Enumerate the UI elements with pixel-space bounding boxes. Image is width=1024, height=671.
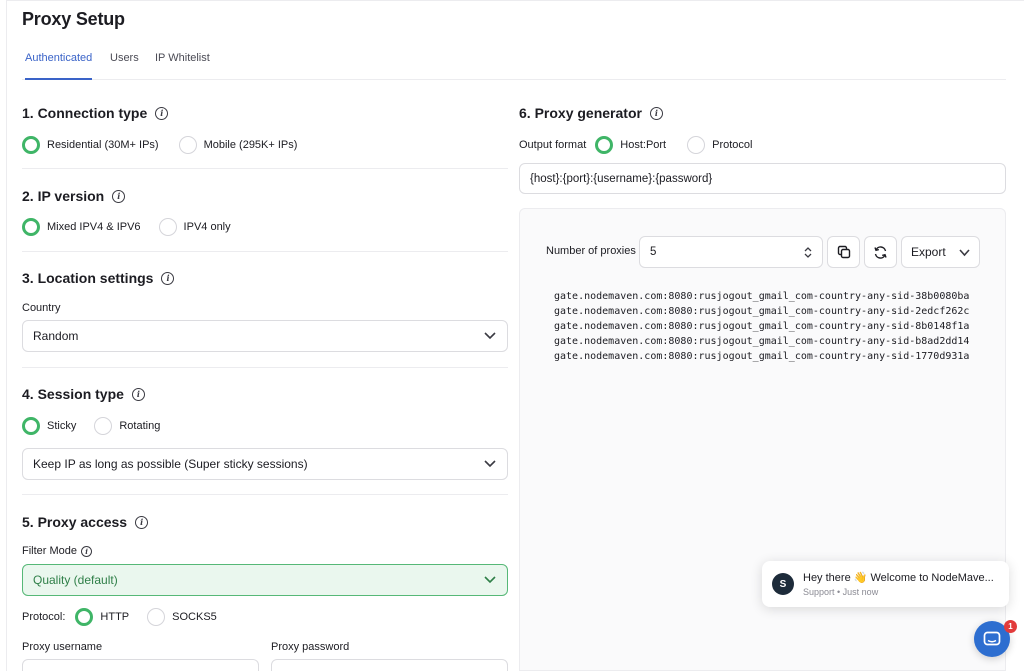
section-divider xyxy=(22,168,508,169)
output-format-label: Output format xyxy=(519,139,587,151)
radio-mixed-ipv4-ipv6[interactable]: Mixed IPV4 & IPV6 xyxy=(22,218,141,236)
filter-mode-label: Filter Mode i xyxy=(22,545,93,557)
proxy-line[interactable]: gate.nodemaven.com:8080:rusjogout_gmail_… xyxy=(554,319,1006,334)
radio-socks5[interactable]: SOCKS5 xyxy=(147,608,217,626)
proxy-username-label: Proxy username xyxy=(22,641,103,653)
proxy-access-heading: 5. Proxy access i xyxy=(22,514,149,530)
session-type-heading: 4. Session type i xyxy=(22,386,145,402)
number-of-proxies-input[interactable]: 5 xyxy=(639,236,823,268)
section-divider xyxy=(22,367,508,368)
format-template-input[interactable]: {host}:{port}:{username}:{password} xyxy=(519,163,1006,194)
info-icon[interactable]: i xyxy=(155,106,169,120)
ip-version-heading: 2. IP version i xyxy=(22,188,126,204)
proxy-line[interactable]: gate.nodemaven.com:8080:rusjogout_gmail_… xyxy=(554,349,1006,364)
connection-type-radio-group: Residential (30M+ IPs) Mobile (295K+ IPs… xyxy=(22,136,297,154)
regenerate-button[interactable] xyxy=(864,236,897,268)
radio-checked-icon xyxy=(22,417,40,435)
ip-version-radio-group: Mixed IPV4 & IPV6 IPV4 only xyxy=(22,218,231,236)
generated-proxy-list: gate.nodemaven.com:8080:rusjogout_gmail_… xyxy=(554,289,1006,364)
proxy-line[interactable]: gate.nodemaven.com:8080:rusjogout_gmail_… xyxy=(554,334,1006,349)
chat-notification[interactable]: S Hey there 👋 Welcome to NodeMave... Sup… xyxy=(762,561,1009,607)
info-icon[interactable]: i xyxy=(135,515,149,529)
filter-mode-select[interactable]: Quality (default) xyxy=(22,564,508,596)
export-dropdown[interactable]: Export xyxy=(901,236,980,268)
radio-sticky[interactable]: Sticky xyxy=(22,417,76,435)
radio-rotating[interactable]: Rotating xyxy=(94,417,160,435)
section-divider xyxy=(22,251,508,252)
radio-host-port[interactable]: Host:Port xyxy=(595,136,666,154)
copy-icon xyxy=(837,245,850,259)
proxy-password-input[interactable] xyxy=(271,659,508,671)
unread-badge: 1 xyxy=(1004,620,1017,633)
page-title: Proxy Setup xyxy=(22,9,125,29)
radio-unchecked-icon xyxy=(147,608,166,626)
tab-ip-whitelist[interactable]: IP Whitelist xyxy=(155,52,210,78)
chat-message: Hey there 👋 Welcome to NodeMave... xyxy=(803,572,994,584)
chevron-down-icon xyxy=(484,576,496,584)
info-icon[interactable]: i xyxy=(81,545,93,557)
radio-checked-icon xyxy=(22,218,40,236)
country-select[interactable]: Random xyxy=(22,320,508,352)
radio-unchecked-icon xyxy=(94,417,113,435)
radio-unchecked-icon xyxy=(687,136,706,154)
number-of-proxies-label: Number of proxies xyxy=(546,245,636,257)
proxy-line[interactable]: gate.nodemaven.com:8080:rusjogout_gmail_… xyxy=(554,304,1006,319)
radio-residential[interactable]: Residential (30M+ IPs) xyxy=(22,136,159,154)
chevron-down-icon xyxy=(484,332,496,340)
connection-type-heading: 1. Connection type i xyxy=(22,105,169,121)
radio-mobile[interactable]: Mobile (295K+ IPs) xyxy=(178,136,297,154)
radio-checked-icon xyxy=(75,608,94,626)
protocol-radio-group: Protocol: HTTP SOCKS5 xyxy=(22,608,217,626)
country-label: Country xyxy=(22,302,61,314)
copy-button[interactable] xyxy=(827,236,860,268)
chat-icon xyxy=(983,631,1001,645)
output-format-radio-group: Output format Host:Port Protocol xyxy=(519,136,752,154)
radio-checked-icon xyxy=(22,136,40,154)
radio-protocol-format[interactable]: Protocol xyxy=(687,136,752,154)
radio-unchecked-icon xyxy=(178,136,197,154)
proxy-password-label: Proxy password xyxy=(271,641,350,653)
info-icon[interactable]: i xyxy=(161,271,175,285)
info-icon[interactable]: i xyxy=(112,189,126,203)
radio-unchecked-icon xyxy=(158,218,177,236)
proxy-username-input[interactable] xyxy=(22,659,259,671)
chevron-down-icon xyxy=(484,460,496,468)
chat-meta: Support • Just now xyxy=(803,587,879,597)
radio-http[interactable]: HTTP xyxy=(75,608,129,626)
session-type-radio-group: Sticky Rotating xyxy=(22,417,160,435)
tab-users[interactable]: Users xyxy=(110,52,139,78)
chat-notification-content: Hey there 👋 Welcome to NodeMave... Suppo… xyxy=(803,571,994,597)
proxy-generator-heading: 6. Proxy generator i xyxy=(519,105,663,121)
location-settings-heading: 3. Location settings i xyxy=(22,270,175,286)
refresh-icon xyxy=(874,245,887,259)
chevron-down-icon xyxy=(959,249,970,257)
tab-bar: Authenticated Users IP Whitelist xyxy=(22,50,1006,80)
info-icon[interactable]: i xyxy=(131,387,145,401)
stepper-icon[interactable] xyxy=(804,246,812,259)
info-icon[interactable]: i xyxy=(649,106,663,120)
radio-ipv4-only[interactable]: IPV4 only xyxy=(158,218,231,236)
tab-authenticated[interactable]: Authenticated xyxy=(25,52,93,80)
proxy-line[interactable]: gate.nodemaven.com:8080:rusjogout_gmail_… xyxy=(554,289,1006,304)
radio-checked-icon xyxy=(595,136,614,154)
avatar: S xyxy=(772,573,794,595)
session-duration-select[interactable]: Keep IP as long as possible (Super stick… xyxy=(22,448,508,480)
protocol-label: Protocol: xyxy=(22,611,66,623)
section-divider xyxy=(22,494,508,495)
